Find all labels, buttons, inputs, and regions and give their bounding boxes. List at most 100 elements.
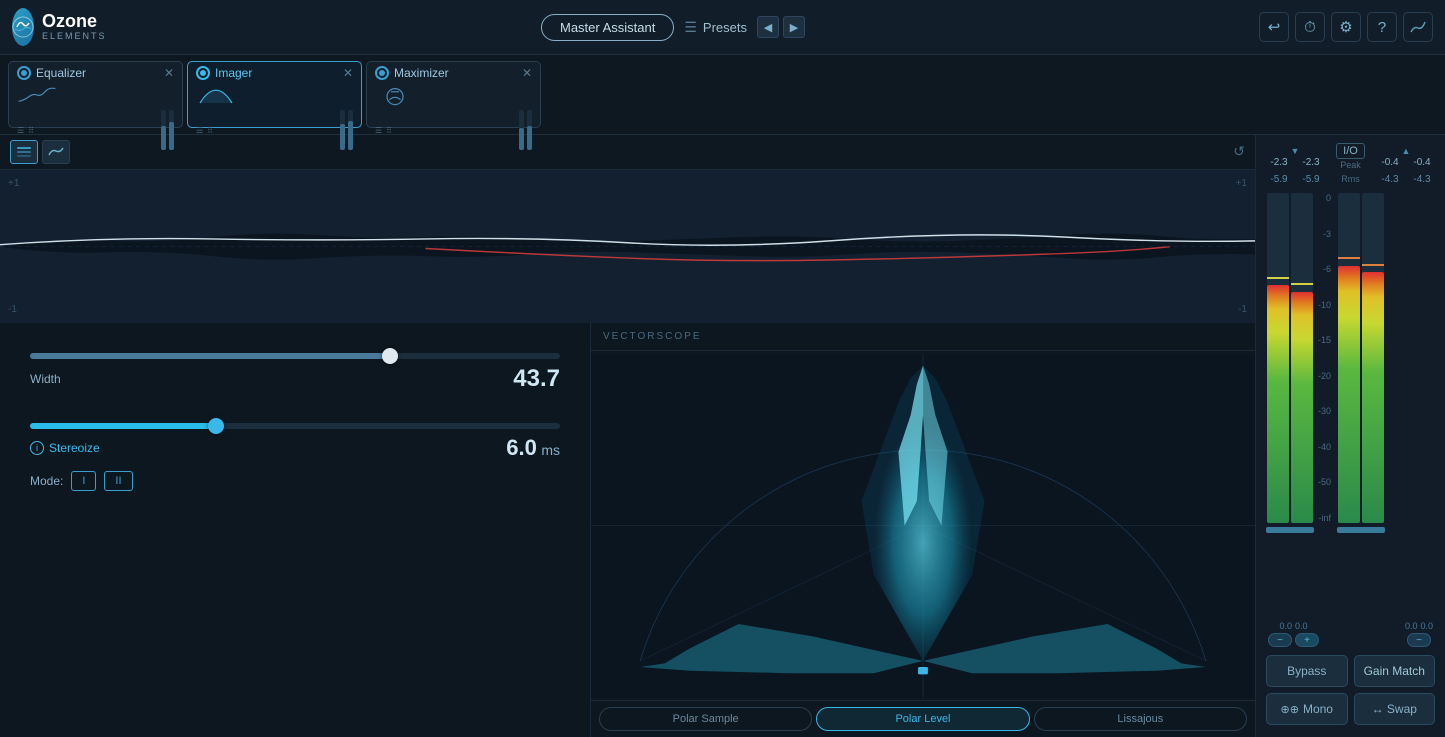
out-rms-left: -4.3 [1377, 174, 1403, 185]
out-rms-right: -4.3 [1409, 174, 1435, 185]
vs-tab-lissajous[interactable]: Lissajous [1034, 707, 1247, 731]
imager-close-button[interactable]: ✕ [343, 66, 353, 80]
rms-label: Rms [1341, 174, 1360, 185]
presets-nav: ◀ ▶ [757, 16, 805, 38]
vectorscope-display: +1 0 -1 L R [591, 351, 1255, 700]
preset-next-button[interactable]: ▶ [783, 16, 805, 38]
equalizer-close-button[interactable]: ✕ [164, 66, 174, 80]
bypass-button[interactable]: Bypass [1266, 655, 1348, 687]
equalizer-power-button[interactable] [17, 66, 31, 80]
presets-area: ☰ Presets [684, 19, 747, 36]
io-label: I/O [1336, 143, 1365, 159]
logo-icon [12, 8, 34, 46]
main-area: ↺ +1 -1 +1 -1 [0, 135, 1445, 737]
in-rms-right: -5.9 [1298, 174, 1324, 185]
input-meter-right [1291, 193, 1313, 523]
history-button[interactable]: ⏱ [1295, 12, 1325, 42]
mode-label: Mode: [30, 474, 63, 488]
output-gain-minus-button[interactable]: − [1407, 633, 1431, 647]
input-meter-left [1267, 193, 1289, 523]
module-tab-imager[interactable]: Imager ✕ ☰ ⠿ [187, 61, 362, 128]
maximizer-menu-icon: ☰ [375, 126, 382, 135]
peak-label: Peak [1340, 160, 1361, 170]
imager-fader-area [340, 110, 353, 150]
input-gain-minus-button[interactable]: − [1268, 633, 1292, 647]
controls-panel: Width 43.7 [0, 323, 590, 737]
vs-tab-polar-sample[interactable]: Polar Sample [599, 707, 812, 731]
top-center: Master Assistant ☰ Presets ◀ ▶ [97, 14, 1249, 41]
presets-icon: ☰ [684, 19, 697, 36]
imager-icon [196, 82, 353, 108]
imager-grid-icon: ⠿ [207, 126, 213, 135]
input-gain-plus-button[interactable]: + [1295, 633, 1319, 647]
input-meters [1266, 193, 1314, 535]
bottom-buttons: Bypass Gain Match ⊕⊕ Mono ↔ Swap [1262, 649, 1439, 731]
maximizer-icon [375, 82, 532, 108]
help-button[interactable]: ? [1367, 12, 1397, 42]
imager-name: Imager [215, 66, 252, 80]
eq-grid-icon: ⠿ [28, 126, 34, 135]
output-meter-left [1338, 193, 1360, 523]
stereoize-value: 6.0 ms [506, 435, 560, 461]
maximizer-fader-area [519, 110, 532, 150]
equalizer-name: Equalizer [36, 66, 86, 80]
out-gain-right-val: 0.0 [1420, 621, 1433, 631]
waveform-svg [0, 170, 1255, 323]
maximizer-grid-icon: ⠿ [386, 126, 392, 135]
top-bar: Ozone ELEMENTS Master Assistant ☰ Preset… [0, 0, 1445, 55]
bypass-gainmatch-row: Bypass Gain Match [1266, 655, 1435, 687]
reset-view-icon[interactable]: ↺ [1233, 143, 1245, 160]
maximizer-close-button[interactable]: ✕ [522, 66, 532, 80]
gain-match-button[interactable]: Gain Match [1354, 655, 1436, 687]
swap-button[interactable]: ↔ Swap [1354, 693, 1436, 725]
stereoize-info-icon[interactable]: i [30, 441, 44, 455]
stereoize-slider[interactable] [30, 423, 560, 429]
width-value: 43.7 [513, 365, 560, 393]
preset-prev-button[interactable]: ◀ [757, 16, 779, 38]
module-tabs: Equalizer ✕ ☰ ⠿ Im [0, 55, 1445, 135]
module-tab-maximizer[interactable]: Maximizer ✕ ☰ ⠿ [366, 61, 541, 128]
meters-grid: 0 -3 -6 -10 -15 -20 -30 -40 -50 -inf [1262, 189, 1439, 617]
mono-button[interactable]: ⊕⊕ Mono [1266, 693, 1348, 725]
meter-scale: 0 -3 -6 -10 -15 -20 -30 -40 -50 -inf [1318, 193, 1333, 523]
eq-fader-area [161, 110, 174, 150]
vectorscope-svg [591, 351, 1255, 700]
in-gain-right-val: 0.0 [1295, 621, 1308, 631]
in-peak-right: -2.3 [1298, 157, 1324, 168]
mono-label: Mono [1303, 702, 1333, 716]
out-gain-left-val: 0.0 [1405, 621, 1418, 631]
out-peak-left: -0.4 [1377, 157, 1403, 168]
signal-button[interactable] [1403, 12, 1433, 42]
mono-swap-row: ⊕⊕ Mono ↔ Swap [1266, 693, 1435, 725]
stereoize-control: i Stereoize 6.0 ms Mode: I II [30, 423, 560, 491]
waveform-area: +1 -1 +1 -1 [0, 170, 1255, 323]
imager-power-button[interactable] [196, 66, 210, 80]
mode-btn-2[interactable]: II [104, 471, 132, 491]
stereo-toolbar: ↺ [0, 135, 1255, 170]
in-gain-left-val: 0.0 [1279, 621, 1292, 631]
width-slider[interactable] [30, 353, 560, 359]
vectorscope-panel: VECTORSCOPE [590, 323, 1255, 737]
vectorscope-title: VECTORSCOPE [591, 323, 1255, 351]
mode-btn-1[interactable]: I [71, 471, 96, 491]
vectorscope-tabs: Polar Sample Polar Level Lissajous [591, 700, 1255, 737]
presets-label: Presets [703, 20, 747, 35]
undo-button[interactable]: ↩ [1259, 12, 1289, 42]
stereoize-label: i Stereoize [30, 441, 100, 455]
imager-menu-icon: ☰ [196, 126, 203, 135]
logo-area: Ozone ELEMENTS [12, 8, 87, 46]
module-tab-equalizer[interactable]: Equalizer ✕ ☰ ⠿ [8, 61, 183, 128]
in-peak-left: -2.3 [1266, 157, 1292, 168]
settings-button[interactable]: ⚙ [1331, 12, 1361, 42]
output-meters [1337, 193, 1385, 535]
equalizer-icon [17, 82, 174, 108]
in-rms-left: -5.9 [1266, 174, 1292, 185]
stereoize-label-text: Stereoize [49, 441, 100, 455]
vs-tab-polar-level[interactable]: Polar Level [816, 707, 1029, 731]
master-assistant-button[interactable]: Master Assistant [541, 14, 674, 41]
maximizer-power-button[interactable] [375, 66, 389, 80]
top-right: ↩ ⏱ ⚙ ? [1259, 12, 1433, 42]
maximizer-name: Maximizer [394, 66, 449, 80]
width-control: Width 43.7 [30, 353, 560, 393]
left-panel: ↺ +1 -1 +1 -1 [0, 135, 1255, 737]
